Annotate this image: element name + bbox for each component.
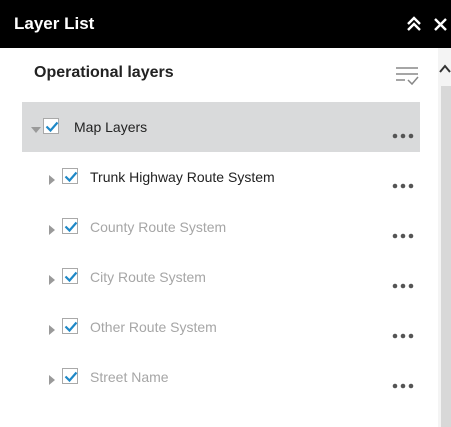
layer-visibility-checkbox[interactable] bbox=[62, 268, 78, 284]
checkmark-icon bbox=[64, 271, 78, 283]
layer-row[interactable]: Map Layers bbox=[22, 102, 420, 152]
caret-down-icon[interactable] bbox=[31, 122, 41, 133]
scroll-up-icon[interactable] bbox=[438, 62, 451, 76]
more-options-icon[interactable] bbox=[392, 126, 416, 139]
layer-row[interactable]: Street Name bbox=[0, 352, 438, 402]
checkmark-icon bbox=[64, 321, 78, 333]
layer-label: City Route System bbox=[90, 269, 206, 285]
panel-titlebar: Layer List bbox=[0, 0, 451, 48]
double-chevron-up-icon[interactable] bbox=[404, 14, 424, 34]
scrollbar-thumb[interactable] bbox=[441, 86, 451, 427]
layer-visibility-checkbox[interactable] bbox=[62, 318, 78, 334]
layer-label: Street Name bbox=[90, 369, 169, 385]
more-options-icon[interactable] bbox=[392, 226, 416, 239]
more-options-icon[interactable] bbox=[392, 176, 416, 189]
caret-right-icon[interactable] bbox=[47, 372, 57, 385]
scrollbar[interactable] bbox=[438, 48, 451, 427]
checkmark-icon bbox=[64, 221, 78, 233]
layer-filter-icon[interactable] bbox=[394, 63, 420, 89]
more-options-icon[interactable] bbox=[392, 326, 416, 339]
layer-row[interactable]: Other Route System bbox=[0, 302, 438, 352]
caret-right-icon[interactable] bbox=[47, 222, 57, 235]
section-title: Operational layers bbox=[34, 64, 174, 81]
layer-row[interactable]: Trunk Highway Route System bbox=[0, 152, 438, 202]
layer-label: County Route System bbox=[90, 219, 227, 235]
layer-row[interactable]: City Route System bbox=[0, 252, 438, 302]
layer-label: Other Route System bbox=[90, 319, 217, 335]
checkmark-icon bbox=[64, 371, 78, 383]
caret-right-icon[interactable] bbox=[47, 322, 57, 335]
layer-list: Map Layers Trunk Highway Route System Coun… bbox=[0, 102, 438, 427]
caret-right-icon[interactable] bbox=[47, 172, 57, 185]
layer-visibility-checkbox[interactable] bbox=[43, 118, 59, 134]
layer-label: Trunk Highway Route System bbox=[90, 169, 275, 185]
panel-title: Layer List bbox=[14, 14, 95, 33]
layer-visibility-checkbox[interactable] bbox=[62, 218, 78, 234]
layer-label: Map Layers bbox=[74, 119, 148, 135]
checkmark-icon bbox=[45, 121, 59, 133]
operational-layers-header: Operational layers bbox=[0, 48, 438, 102]
checkmark-icon bbox=[64, 171, 78, 183]
layer-visibility-checkbox[interactable] bbox=[62, 368, 78, 384]
layer-visibility-checkbox[interactable] bbox=[62, 168, 78, 184]
more-options-icon[interactable] bbox=[392, 276, 416, 289]
more-options-icon[interactable] bbox=[392, 376, 416, 389]
caret-right-icon[interactable] bbox=[47, 272, 57, 285]
close-icon[interactable] bbox=[431, 14, 451, 34]
layer-row[interactable]: County Route System bbox=[0, 202, 438, 252]
